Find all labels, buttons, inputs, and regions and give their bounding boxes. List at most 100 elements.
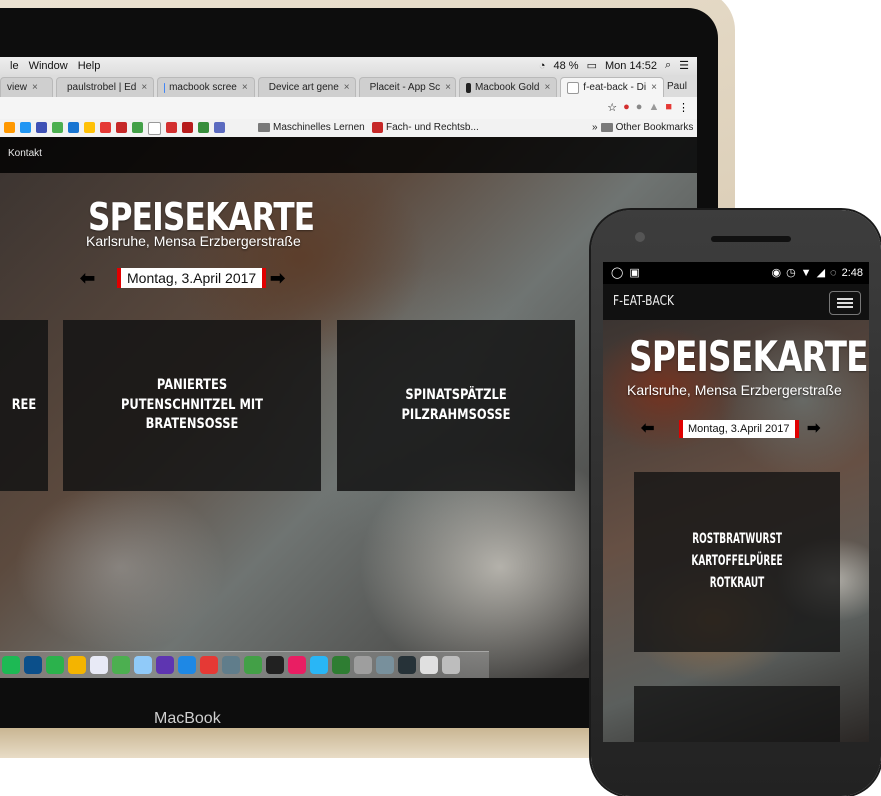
menu-kebab-icon[interactable]: ⋮ (678, 101, 689, 114)
bookmark-folder-ml[interactable]: Maschinelles Lernen (258, 122, 365, 133)
bookmark-icon[interactable] (116, 122, 127, 133)
camera-icon (635, 232, 645, 242)
system-prefs-icon[interactable] (354, 656, 372, 674)
menu-card-line: KARTOFFELPÜREE ROTKRAUT (691, 553, 783, 591)
star-icon[interactable]: ☆ (607, 101, 617, 114)
bookmark-icon[interactable] (100, 122, 111, 133)
app-icon[interactable] (222, 656, 240, 674)
tab-label: view (7, 82, 28, 93)
folder-icon (600, 123, 613, 132)
v2-icon (372, 122, 383, 133)
bookmark-icon[interactable] (20, 122, 31, 133)
facetime-icon[interactable] (46, 656, 64, 674)
app-icon[interactable] (288, 656, 306, 674)
date-display: Montag, 3.April 2017 (117, 268, 267, 288)
preview-icon[interactable] (90, 656, 108, 674)
menu-card[interactable]: PANIERTES PUTENSCHNITZEL MIT BRATENSOSSE (63, 320, 321, 491)
app-icon[interactable] (134, 656, 152, 674)
tab-label: Device art gene (268, 82, 339, 93)
bookmark-icon[interactable] (132, 122, 143, 133)
next-day-arrow-icon[interactable]: ➡ (807, 421, 820, 437)
trash-icon[interactable] (442, 656, 460, 674)
battery-percent: 48 % (553, 59, 579, 72)
photoshop-icon[interactable] (24, 656, 42, 674)
tab-macbook-screen[interactable]: macbook scree × (156, 77, 255, 97)
folder-icon (258, 123, 270, 132)
tab-device-art[interactable]: Device art gene × (257, 77, 356, 97)
site-brand[interactable]: F-EAT-BACK (613, 294, 674, 309)
menu-card[interactable]: SPINATSPÄTZLE PILZRAHMSOSSE (337, 320, 575, 491)
alarm-icon: ◷ (786, 267, 796, 279)
menu-card[interactable] (634, 686, 840, 742)
tab-view[interactable]: view × (0, 77, 53, 97)
spotify-icon[interactable] (2, 656, 20, 674)
tab-paulstrobel[interactable]: paulstrobel | Ed × (56, 77, 154, 97)
dropbox-icon[interactable] (68, 122, 79, 133)
menubar-clock[interactable]: Mon 14:52 (605, 60, 657, 72)
close-icon[interactable]: × (32, 82, 38, 93)
drive-icon[interactable]: ▲ (648, 101, 659, 114)
profile-name[interactable]: Paul (667, 81, 687, 92)
menu-card[interactable]: ROSTBRATWURST KARTOFFELPÜREE ROTKRAUT (634, 472, 840, 652)
bookmark-icon[interactable] (166, 122, 177, 133)
page-title: SPEISEKARTE (629, 332, 869, 381)
menu-help[interactable]: Help (78, 60, 101, 72)
favicon-icon (466, 82, 471, 93)
bookmark-other[interactable]: » Other Bookmarks (592, 122, 693, 133)
bookmark-icon[interactable] (84, 122, 95, 133)
menu-file[interactable]: le (10, 60, 19, 72)
bookmark-label: Fach- und Rechtsb... (386, 122, 479, 133)
next-day-arrow-icon[interactable]: ➡ (270, 269, 285, 287)
menu-window[interactable]: Window (29, 60, 68, 72)
bookmark-icon[interactable] (36, 122, 47, 133)
bookmark-label: Other Bookmarks (615, 122, 694, 133)
menu-card-text: ROSTBRATWURST KARTOFFELPÜREE ROTKRAUT (655, 529, 820, 594)
wikipedia-icon[interactable] (148, 122, 161, 135)
bookmark-fach[interactable]: Fach- und Rechtsb... (372, 122, 479, 133)
close-icon[interactable]: × (445, 82, 451, 93)
bookmark-icon[interactable] (4, 122, 15, 133)
battery-icon[interactable]: ▭ (587, 59, 597, 72)
prev-day-arrow-icon[interactable]: ⬅ (641, 421, 654, 437)
drive-icon[interactable] (52, 122, 63, 133)
spotlight-icon[interactable]: ⌕ (665, 59, 671, 72)
tab-label: Placeit - App Sc (369, 82, 441, 93)
evernote-icon[interactable] (332, 656, 350, 674)
netflix-icon[interactable] (182, 122, 193, 133)
tab-macbook-gold[interactable]: Macbook Gold × (459, 77, 558, 97)
location-icon: ◉ (771, 267, 782, 279)
close-icon[interactable]: × (242, 82, 248, 93)
numbers-icon[interactable] (112, 656, 130, 674)
calendar-icon[interactable] (200, 656, 218, 674)
adblock-icon[interactable]: ● (623, 101, 630, 114)
close-icon[interactable]: × (141, 82, 147, 93)
tab-placeit[interactable]: Placeit - App Sc × (358, 77, 457, 97)
nav-link-kontakt[interactable]: Kontakt (8, 148, 42, 159)
battery-icon: ◌ (830, 266, 837, 279)
bookmark-icon[interactable] (214, 122, 225, 133)
app-icon[interactable] (310, 656, 328, 674)
extension-icon[interactable]: ● (636, 101, 643, 114)
hamburger-menu-button[interactable] (829, 291, 861, 315)
lightroom-icon[interactable] (398, 656, 416, 674)
github-icon[interactable] (266, 656, 284, 674)
tab-f-eat-back[interactable]: f-eat-back - Di × (560, 77, 664, 97)
pocket-icon[interactable]: ■ (665, 101, 672, 114)
imovie-icon[interactable] (156, 656, 174, 674)
chrome-icon[interactable] (68, 656, 86, 674)
app-icon[interactable] (376, 656, 394, 674)
document-icon[interactable] (420, 656, 438, 674)
maps-icon[interactable] (198, 122, 209, 133)
appstore-icon[interactable] (178, 656, 196, 674)
close-icon[interactable]: × (344, 82, 350, 93)
date-display: Montag, 3.April 2017 (679, 420, 799, 438)
close-icon[interactable]: × (651, 82, 657, 93)
menu-card[interactable]: REE (0, 320, 48, 491)
app-icon[interactable] (244, 656, 262, 674)
wifi-icon[interactable]: ◔ (539, 60, 546, 72)
close-icon[interactable]: × (544, 82, 550, 93)
menu-list-icon[interactable]: ☰ (679, 59, 689, 72)
address-bar[interactable]: ☆ ● ● ▲ ■ ⋮ (0, 97, 697, 120)
overflow-icon[interactable]: » (592, 122, 598, 133)
prev-day-arrow-icon[interactable]: ⬅ (80, 269, 95, 287)
